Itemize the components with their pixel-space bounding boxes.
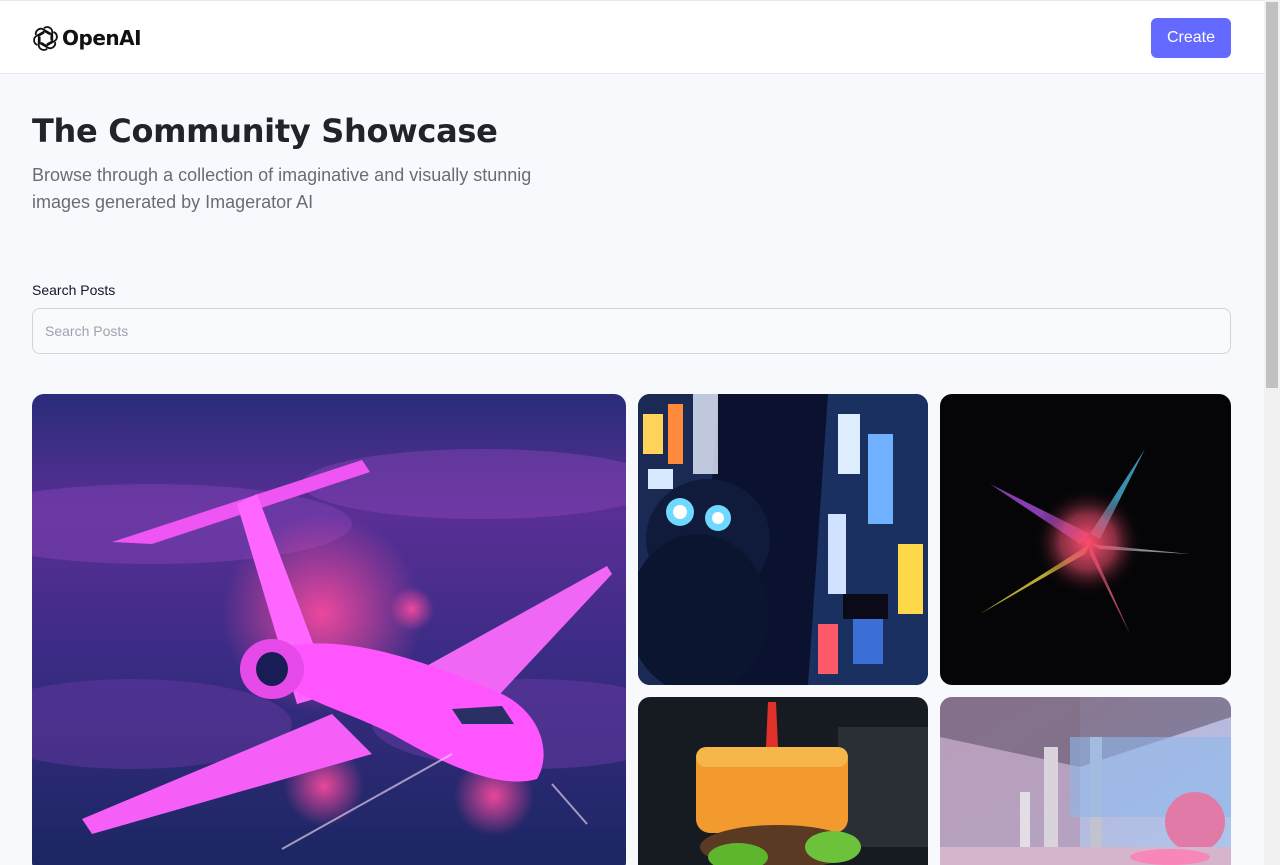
header: OpenAI Create [0,0,1264,74]
robot-image [638,394,928,685]
scrollbar-thumb[interactable] [1266,2,1278,388]
burger-image [638,697,928,865]
interior-image [940,697,1231,865]
gallery-card-burger[interactable] [638,697,928,865]
airplane-image [32,394,626,865]
create-button[interactable]: Create [1151,18,1231,58]
logo-text: OpenAI [62,26,142,50]
gallery-card-airplane[interactable] [32,394,626,865]
gallery-card-explosion[interactable] [940,394,1231,685]
gallery-card-interior[interactable] [940,697,1231,865]
page-subtitle: Browse through a collection of imaginati… [32,165,532,212]
search-input[interactable] [32,308,1231,354]
openai-logo-icon [33,25,58,51]
page: OpenAI Create The Community Showcase Bro… [0,0,1264,865]
search-label: Search Posts [32,282,116,298]
page-title: The Community Showcase [32,112,498,150]
explosion-image [940,394,1231,685]
vertical-scrollbar[interactable] [1264,0,1280,865]
gallery-card-robot[interactable] [638,394,928,685]
logo-link[interactable]: OpenAI [32,23,142,53]
